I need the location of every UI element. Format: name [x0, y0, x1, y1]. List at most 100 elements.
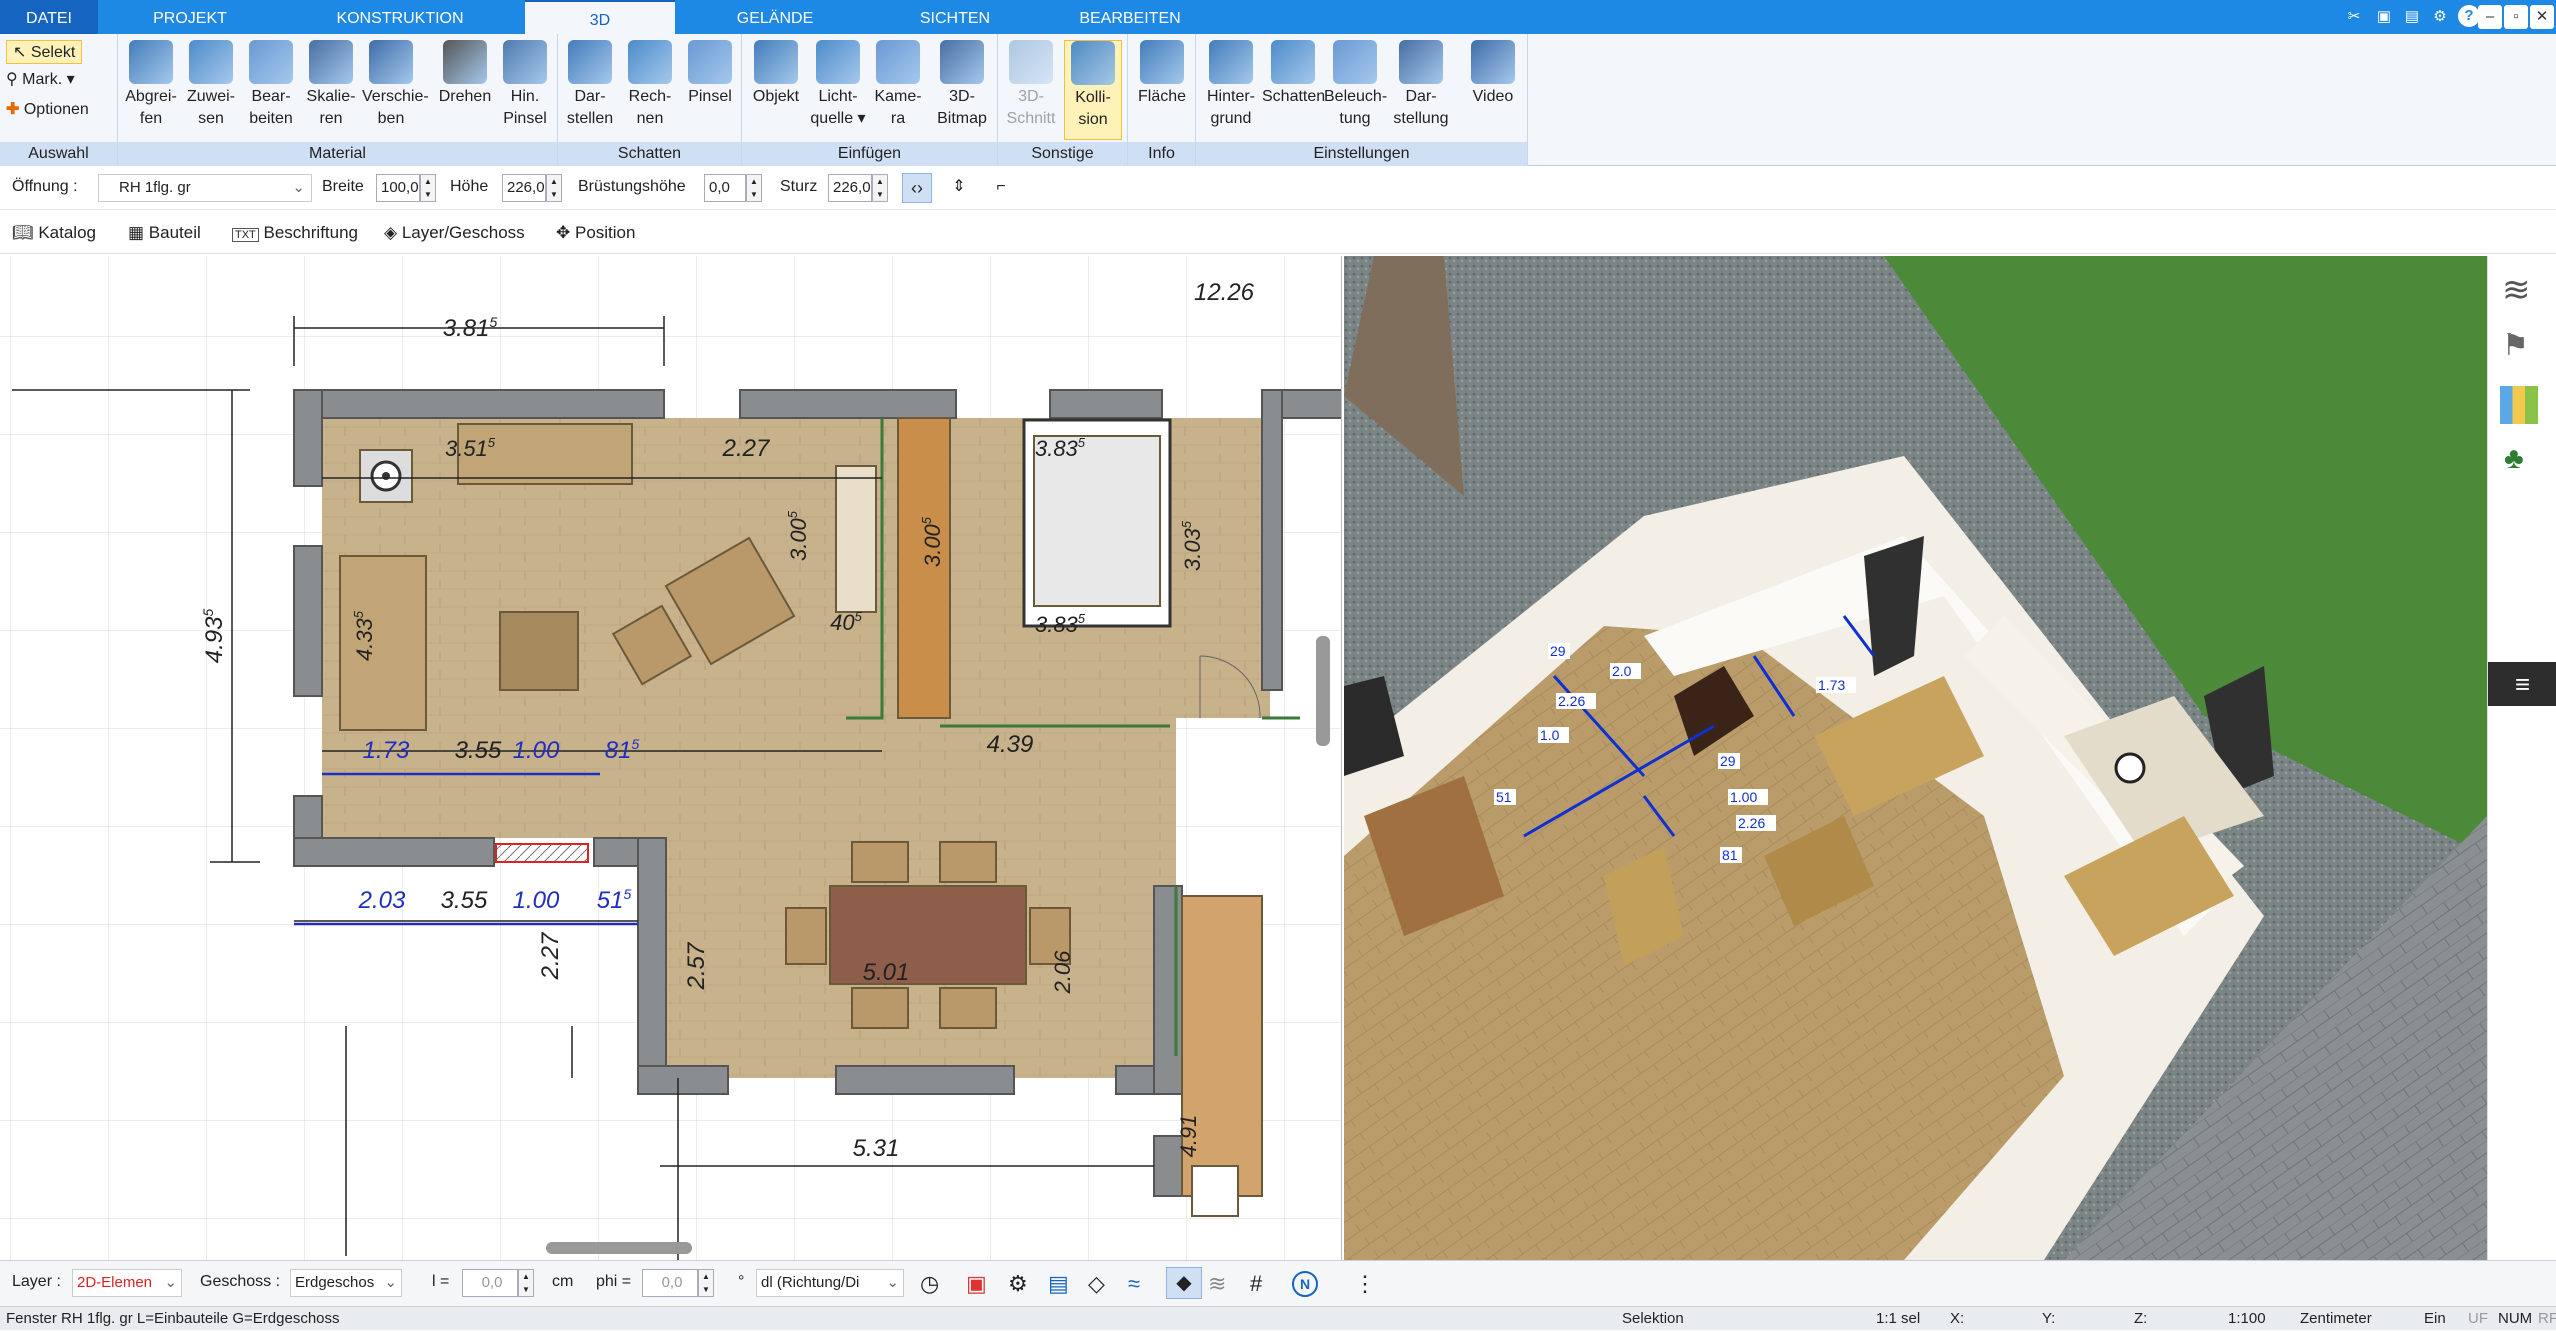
3d-view-canvas[interactable]: 292.02.261.0511.73291.002.2681 — [1344, 256, 2487, 1260]
3d-schnitt-icon — [1009, 40, 1053, 84]
layer-plane-icon[interactable]: ◆ — [1166, 1267, 1202, 1299]
tab-bearbeiten[interactable]: BEARBEITEN — [1040, 0, 1220, 34]
selekt-tool[interactable]: ↖ Selekt — [6, 40, 83, 64]
tab-projekt[interactable]: PROJEKT — [100, 0, 280, 34]
plan-vertical-scrollbar[interactable] — [1316, 636, 1330, 746]
screen-icon[interactable]: ▣ — [966, 1271, 987, 1297]
materials-icon[interactable] — [2500, 386, 2538, 424]
zuweisen-button[interactable]: Zuwei-sen — [182, 40, 240, 140]
video-button[interactable]: Video — [1462, 40, 1524, 140]
minimize-button[interactable]: ‒ — [2478, 5, 2502, 29]
open-direction-icon[interactable]: ⌐ — [986, 173, 1016, 203]
kollision-button[interactable]: Kolli-sion — [1064, 40, 1122, 140]
drehen-button[interactable]: Drehen — [436, 40, 494, 140]
hoehe-input[interactable]: 226,0 — [502, 174, 546, 202]
status-rf: RF — [2538, 1310, 2556, 1327]
selected-door-opening[interactable] — [495, 843, 589, 863]
bauteil-label: Bauteil — [148, 223, 201, 242]
maximize-button[interactable]: ▫ — [2504, 5, 2528, 29]
schatten-einst-button[interactable]: Schatten — [1262, 40, 1325, 140]
kamera-button[interactable]: Kame-ra — [868, 40, 928, 140]
beleuchtung-button[interactable]: Beleuch-tung — [1324, 40, 1387, 140]
beschriftung-button[interactable]: TXT Beschriftung — [232, 218, 358, 248]
schatten-rechnen-button[interactable]: Rech-nen — [622, 40, 678, 140]
breite-spinner[interactable]: ▲ ▼ — [420, 174, 436, 202]
clock-icon[interactable]: ◷ — [920, 1271, 939, 1297]
group-label-info: Info — [1128, 142, 1195, 166]
tab-datei[interactable]: DATEI — [0, 0, 98, 34]
skalieren-button[interactable]: Skalie-ren — [302, 40, 360, 140]
more-icon[interactable]: ⋮ — [1354, 1271, 1376, 1297]
camera-icon[interactable]: ⚙ — [1008, 1271, 1028, 1297]
status-scale: 1:100 — [2228, 1310, 2266, 1327]
kamera-label-2: ra — [890, 110, 906, 127]
abgreifen-button[interactable]: Abgrei-fen — [122, 40, 180, 140]
floor-plan-canvas[interactable]: 3.81512.263.515 2.27 3.8353.8354.9354.3353… — [0, 256, 1342, 1260]
tools-icon[interactable]: ✂ — [2342, 5, 2366, 29]
armchair-icon[interactable]: ⚑ — [2502, 328, 2529, 363]
hamburger-menu-icon[interactable]: ≡ — [2488, 662, 2556, 706]
tab-gelaende[interactable]: GELÄNDE — [690, 0, 860, 34]
status-selection: 1:1 sel — [1876, 1310, 1921, 1327]
eraser-icon[interactable]: ◇ — [1088, 1271, 1105, 1297]
vertical-flip-icon[interactable]: ⇕ — [944, 173, 974, 203]
mark-tool[interactable]: ⚲ Mark. ▾ — [6, 68, 75, 92]
stack-icon[interactable]: ≋ — [1208, 1271, 1226, 1297]
group-label-einstellungen: Einstellungen — [1196, 142, 1527, 166]
darstellung-label-2: stellung — [1393, 110, 1449, 127]
bearbeiten-icon — [249, 40, 293, 84]
position-button[interactable]: ✥ Position — [556, 218, 635, 248]
settings-icon[interactable]: ⚙ — [2428, 5, 2452, 29]
flaeche-button[interactable]: Fläche — [1132, 40, 1192, 140]
paint-icon[interactable]: ≈ — [1128, 1271, 1140, 1297]
sturz-input[interactable]: 226,0 — [828, 174, 872, 202]
optionen-tool[interactable]: ✚ Optionen — [6, 98, 89, 122]
geschoss-select[interactable]: Erdgeschos ⌄ — [290, 1269, 402, 1297]
tab-sichten[interactable]: SICHTEN — [870, 0, 1040, 34]
schatten-pinsel-button[interactable]: Pinsel — [682, 40, 738, 140]
window-icon[interactable]: ▤ — [2400, 5, 2424, 29]
3d-view[interactable]: 29 2.0 2.26 1.0 51 1.73 29 1.00 2.26 81 — [1344, 256, 2487, 1260]
bauteil-button[interactable]: ▦ Bauteil — [128, 218, 201, 248]
hoehe-spinner[interactable]: ▲ ▼ — [546, 174, 562, 202]
lichtquelle-button[interactable]: Licht-quelle ▾ — [808, 40, 868, 140]
katalog-button[interactable]: 📖︎ Katalog — [12, 218, 96, 248]
tab-konstruktion[interactable]: KONSTRUKTION — [300, 0, 500, 34]
horizontal-flip-icon[interactable]: ‹› — [902, 173, 932, 203]
layer-geschoss-button[interactable]: ◈ Layer/Geschoss — [384, 218, 525, 248]
oeffnung-select[interactable]: RH 1flg. gr ⌄ — [98, 174, 312, 202]
plan-horizontal-scrollbar[interactable] — [546, 1242, 692, 1254]
verschieben-button[interactable]: Verschie-ben — [362, 40, 429, 140]
breite-input[interactable]: 100,0 — [376, 174, 420, 202]
bruestung-spinner[interactable]: ▲ ▼ — [746, 174, 762, 202]
phi-input[interactable]: 0,0 — [642, 1269, 698, 1297]
schatten-darstellen-button[interactable]: Dar-stellen — [562, 40, 618, 140]
tab-3d[interactable]: 3D — [525, 0, 675, 34]
clipboard-icon[interactable]: ▣ — [2372, 5, 2396, 29]
layers-icon[interactable]: ≋ — [2502, 270, 2531, 310]
floor-plan-view[interactable]: 3.815 12.26 3.515 2.27 3.835 3.835 4.935 4.335 3… — [0, 256, 1342, 1260]
close-button[interactable]: ✕ — [2530, 5, 2554, 29]
objekt-button[interactable]: Objekt — [746, 40, 806, 140]
3d-bitmap-button[interactable]: 3D- Bitmap — [932, 40, 992, 140]
length-spinner[interactable]: ▲ ▼ — [518, 1269, 534, 1297]
layer-select[interactable]: 2D-Elemen ⌄ — [72, 1269, 182, 1297]
bruestung-input[interactable]: 0,0 — [704, 174, 746, 202]
phi-spinner[interactable]: ▲ ▼ — [698, 1269, 714, 1297]
length-input[interactable]: 0,0 — [462, 1269, 518, 1297]
3d-schnitt-button[interactable]: 3D- Schnitt — [1002, 40, 1060, 140]
north-icon[interactable]: N — [1292, 1271, 1318, 1297]
help-icon[interactable]: ? — [2458, 5, 2480, 27]
hin-pinsel-button[interactable]: Hin. Pinsel — [496, 40, 554, 140]
3d-dimension-label: 29 — [1550, 643, 1566, 659]
group-info: Fläche Info — [1128, 34, 1196, 166]
tree-icon[interactable]: ♣ — [2504, 442, 2524, 476]
sturz-spinner[interactable]: ▲ ▼ — [872, 174, 888, 202]
darstellung-button[interactable]: Dar-stellung — [1390, 40, 1452, 140]
direction-select[interactable]: dl (Richtung/Di ⌄ — [756, 1269, 904, 1297]
print-icon[interactable]: ▤ — [1048, 1271, 1069, 1297]
bearbeiten-button[interactable]: Bear-beiten — [242, 40, 300, 140]
grid-toggle-icon[interactable]: # — [1250, 1271, 1262, 1297]
hintergrund-button[interactable]: Hinter-grund — [1200, 40, 1262, 140]
3d-dimension-label: 51 — [1496, 789, 1512, 805]
